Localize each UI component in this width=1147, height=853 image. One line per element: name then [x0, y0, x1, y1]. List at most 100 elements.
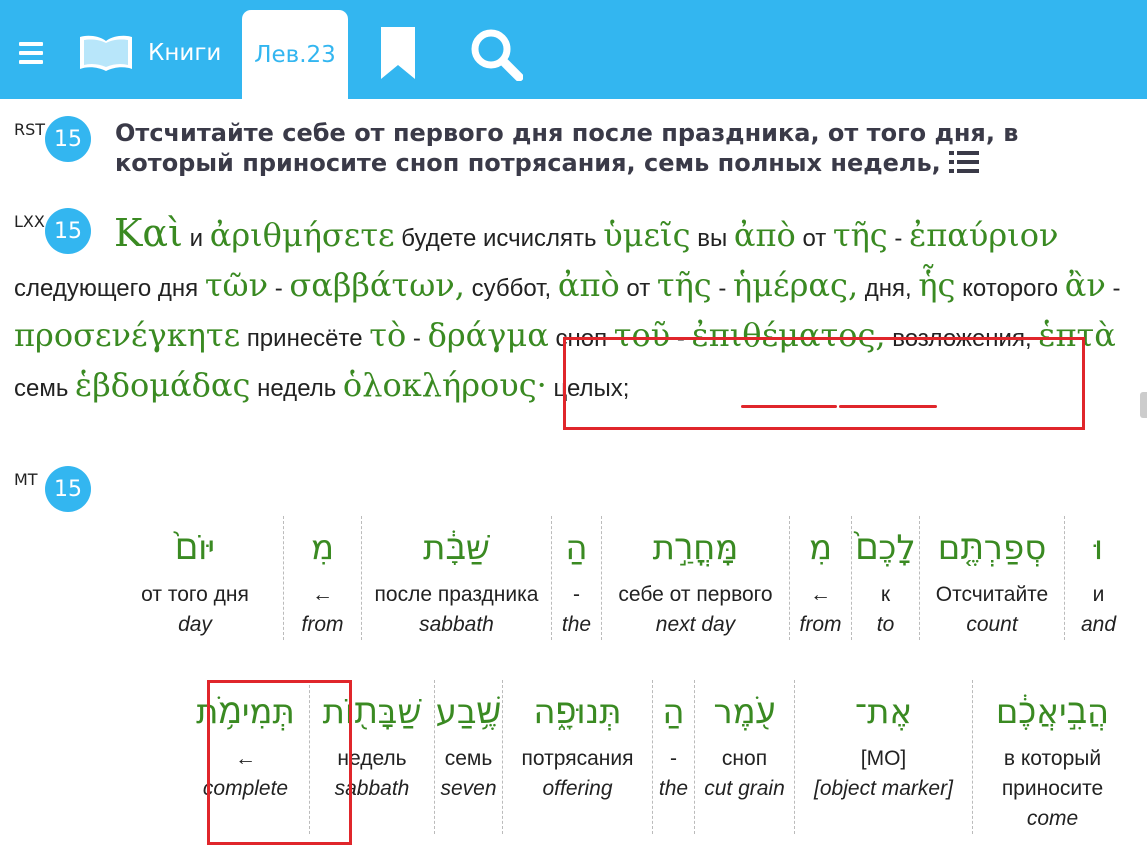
- russian-gloss: от того дня: [141, 583, 249, 606]
- lxx-greek-word[interactable]: ἀριθμήσετε: [210, 216, 395, 254]
- interlinear-cell[interactable]: הַ - the: [551, 516, 601, 640]
- interlinear-cell[interactable]: הַ - the: [652, 680, 694, 834]
- russian-gloss: -: [670, 747, 677, 770]
- scroll-indicator[interactable]: [1140, 392, 1147, 418]
- russian-gloss: в который приносите: [1001, 747, 1104, 800]
- lxx-translation: дня,: [864, 275, 912, 302]
- lxx-greek-word[interactable]: τὸ: [369, 316, 406, 354]
- mt-verse-badge[interactable]: 15: [45, 466, 91, 512]
- english-gloss: seven: [440, 777, 497, 800]
- lxx-greek-word[interactable]: τῆς: [657, 266, 712, 304]
- interlinear-cell[interactable]: הֲבִ֣יאֲכֶ֔ם в который приносите come: [972, 680, 1132, 834]
- hebrew-word: וּ: [1093, 528, 1104, 568]
- interlinear-cell[interactable]: עֹ֖מֶר сноп cut grain: [694, 680, 794, 834]
- lxx-translation: принесёте: [246, 325, 363, 352]
- lxx-greek-word[interactable]: σαββάτων,: [289, 266, 464, 304]
- books-button[interactable]: Книги: [78, 26, 221, 80]
- english-gloss: the: [658, 777, 689, 800]
- interlinear-cell[interactable]: יּוֹם֙ от того дня day: [107, 516, 283, 640]
- lxx-translation: вы: [697, 225, 728, 252]
- lxx-translation: -: [274, 275, 283, 302]
- hebrew-word: שֶׁ֥בַע: [435, 692, 502, 732]
- top-toolbar: Книги Лев.23: [0, 0, 1147, 99]
- english-gloss: sabbath: [419, 613, 494, 636]
- english-gloss: come: [1026, 807, 1079, 830]
- list-icon[interactable]: [948, 150, 979, 180]
- book-icon: [80, 35, 132, 71]
- lxx-translation: и: [189, 225, 204, 252]
- interlinear-cell[interactable]: וּ и and: [1064, 516, 1132, 640]
- english-gloss: count: [966, 613, 1018, 636]
- russian-gloss: потрясания: [521, 747, 634, 770]
- hebrew-word: תְּנוּפָ֑ה: [533, 692, 622, 732]
- lxx-greek-word[interactable]: ὁλοκλήρους·: [343, 366, 547, 404]
- lxx-translation: -: [1112, 275, 1121, 302]
- hebrew-word: מָּחֳרַ֣ת: [652, 528, 739, 568]
- lxx-greek-word[interactable]: προσενέγκητε: [14, 316, 240, 354]
- lxx-greek-word[interactable]: ἑβδομάδας: [75, 366, 250, 404]
- english-gloss: and: [1080, 613, 1117, 636]
- interlinear-cell[interactable]: תְּנוּפָ֑ה потрясания offering: [502, 680, 652, 834]
- russian-gloss: и: [1092, 583, 1105, 606]
- english-gloss: [object marker]: [814, 777, 953, 800]
- rst-text: Отсчитайте себе от первого дня после пра…: [115, 119, 1019, 177]
- underline-1: [741, 405, 837, 408]
- tab-current-chapter[interactable]: Лев.23: [242, 10, 348, 99]
- interlinear-cell[interactable]: שַּׁבָּ֔ת после праздника sabbath: [361, 516, 551, 640]
- bookmark-icon[interactable]: [376, 24, 420, 82]
- english-gloss: the: [561, 613, 592, 636]
- interlinear-cell[interactable]: מִ ← from: [283, 516, 361, 640]
- russian-gloss: ←: [312, 583, 333, 606]
- interlinear-cell[interactable]: מִ ← from: [789, 516, 851, 640]
- hebrew-word: מִ: [808, 528, 833, 568]
- lxx-greek-word[interactable]: ὑμεῖς: [603, 216, 690, 254]
- hebrew-word: הֲבִ֣יאֲכֶ֔ם: [995, 692, 1110, 732]
- lxx-translation: от: [802, 225, 827, 252]
- interlinear-row-1: וּ и and סְפַרְתֶּ֤ם Отсчитайте count לָכֶם֙ к t…: [92, 516, 1132, 640]
- rst-verse-text: Отсчитайте себе от первого дня после пра…: [115, 118, 1065, 180]
- lxx-greek-word[interactable]: ἡμέρας,: [733, 266, 858, 304]
- hebrew-word: הַ: [565, 528, 588, 568]
- mt-tag: MT: [14, 470, 38, 489]
- russian-gloss: -: [573, 583, 580, 606]
- search-icon[interactable]: [468, 26, 524, 82]
- english-gloss: cut grain: [704, 777, 785, 800]
- tab-label: Лев.23: [254, 41, 336, 68]
- english-gloss: to: [876, 613, 895, 636]
- lxx-greek-word[interactable]: Καὶ: [114, 211, 183, 255]
- lxx-translation: будете исчислять: [401, 225, 597, 252]
- russian-gloss: [МО]: [860, 747, 907, 770]
- hebrew-word: אֶת־: [854, 692, 913, 732]
- lxx-greek-word[interactable]: ἀπὸ: [558, 266, 620, 304]
- interlinear-cell[interactable]: מָּחֳרַ֣ת себе от первого next day: [601, 516, 789, 640]
- lxx-greek-word[interactable]: ἂν: [1065, 266, 1106, 304]
- interlinear-cell[interactable]: אֶת־ [МО] [object marker]: [794, 680, 972, 834]
- lxx-greek-word[interactable]: ἐπαύριον: [909, 216, 1058, 254]
- interlinear-cell[interactable]: לָכֶם֙ к to: [851, 516, 919, 640]
- lxx-translation: от: [626, 275, 651, 302]
- hebrew-word: מִ: [310, 528, 335, 568]
- lxx-translation: -: [894, 225, 903, 252]
- hebrew-word: לָכֶם֙: [855, 528, 916, 568]
- lxx-greek-word[interactable]: τῶν: [205, 266, 268, 304]
- english-gloss: offering: [542, 777, 613, 800]
- lxx-greek-word[interactable]: ἧς: [918, 266, 955, 304]
- hebrew-word: שַּׁבָּ֔ת: [423, 528, 490, 568]
- lxx-translation: -: [412, 325, 421, 352]
- books-label: Книги: [148, 40, 222, 66]
- lxx-greek-word[interactable]: ἀπὸ: [734, 216, 796, 254]
- rst-tag: RST: [14, 120, 46, 139]
- russian-gloss: семь: [444, 747, 493, 770]
- interlinear-cell[interactable]: שֶׁ֥בַע семь seven: [434, 680, 502, 834]
- lxx-greek-word[interactable]: τῆς: [833, 216, 888, 254]
- menu-icon[interactable]: [14, 36, 48, 70]
- english-gloss: day: [178, 613, 212, 636]
- lxx-translation: суббот,: [471, 275, 552, 302]
- interlinear-cell[interactable]: סְפַרְתֶּ֤ם Отсчитайте count: [919, 516, 1064, 640]
- lxx-greek-word[interactable]: δράγμα: [428, 316, 549, 354]
- rst-verse-badge[interactable]: 15: [45, 116, 91, 162]
- russian-gloss: сноп: [721, 747, 768, 770]
- russian-gloss: к: [880, 583, 891, 606]
- lxx-translation: -: [718, 275, 727, 302]
- highlight-box-hebrew: [207, 680, 352, 845]
